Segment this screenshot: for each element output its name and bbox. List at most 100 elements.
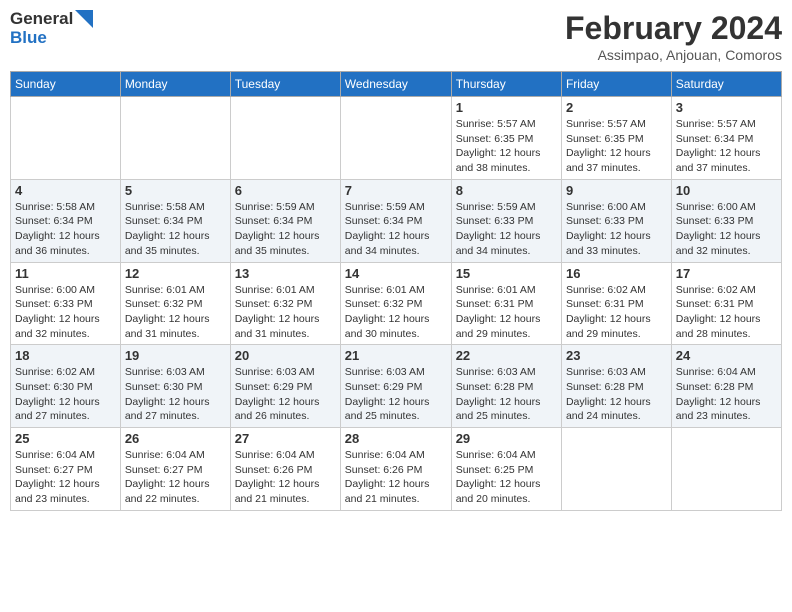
day-cell-9: 9 Sunrise: 6:00 AMSunset: 6:33 PMDaylight…: [561, 179, 671, 262]
day-cell-6: 6Sunrise: 5:59 AMSunset: 6:34 PMDaylight…: [230, 179, 340, 262]
month-title: February 2024: [565, 10, 782, 47]
day-header-friday: Friday: [561, 72, 671, 97]
day-number: 15: [456, 266, 557, 281]
week-row-4: 18 Sunrise: 6:02 AMSunset: 6:30 PMDayligh…: [11, 345, 782, 428]
day-number: 21: [345, 348, 447, 363]
day-cell-1: 1Sunrise: 5:57 AMSunset: 6:35 PMDaylight…: [451, 97, 561, 180]
day-cell-29: 29 Sunrise: 6:04 AMSunset: 6:25 PMDayligh…: [451, 428, 561, 511]
day-number: 18: [15, 348, 116, 363]
day-header-wednesday: Wednesday: [340, 72, 451, 97]
day-info: Sunrise: 6:04 AMSunset: 6:25 PMDaylight:…: [456, 448, 557, 507]
day-cell-18: 18 Sunrise: 6:02 AMSunset: 6:30 PMDayligh…: [11, 345, 121, 428]
day-info: Sunrise: 6:03 AMSunset: 6:29 PMDaylight:…: [235, 365, 336, 424]
location-subtitle: Assimpao, Anjouan, Comoros: [565, 47, 782, 63]
day-number: 3: [676, 100, 777, 115]
day-cell-14: 14 Sunrise: 6:01 AMSunset: 6:32 PMDayligh…: [340, 262, 451, 345]
day-info: Sunrise: 6:03 AMSunset: 6:30 PMDaylight:…: [125, 365, 226, 424]
day-info: Sunrise: 5:58 AMSunset: 6:34 PMDaylight:…: [15, 200, 116, 259]
day-info: Sunrise: 6:04 AMSunset: 6:26 PMDaylight:…: [345, 448, 447, 507]
day-number: 27: [235, 431, 336, 446]
day-cell-21: 21 Sunrise: 6:03 AMSunset: 6:29 PMDayligh…: [340, 345, 451, 428]
day-info: Sunrise: 6:00 AMSunset: 6:33 PMDaylight:…: [566, 200, 667, 259]
day-number: 2: [566, 100, 667, 115]
logo-triangle-icon: [75, 10, 93, 28]
calendar-table: SundayMondayTuesdayWednesdayThursdayFrid…: [10, 71, 782, 511]
day-info: Sunrise: 6:01 AMSunset: 6:31 PMDaylight:…: [456, 283, 557, 342]
day-cell-11: 11 Sunrise: 6:00 AMSunset: 6:33 PMDayligh…: [11, 262, 121, 345]
day-cell-7: 7 Sunrise: 5:59 AMSunset: 6:34 PMDaylight…: [340, 179, 451, 262]
day-info: Sunrise: 6:04 AMSunset: 6:26 PMDaylight:…: [235, 448, 336, 507]
day-info: Sunrise: 6:04 AMSunset: 6:27 PMDaylight:…: [15, 448, 116, 507]
day-number: 12: [125, 266, 226, 281]
day-info: Sunrise: 5:57 AMSunset: 6:35 PMDaylight:…: [566, 117, 667, 176]
day-number: 4: [15, 183, 116, 198]
days-header-row: SundayMondayTuesdayWednesdayThursdayFrid…: [11, 72, 782, 97]
logo: General Blue: [10, 10, 93, 47]
logo-blue-text: Blue: [10, 29, 47, 48]
day-number: 14: [345, 266, 447, 281]
day-cell-8: 8 Sunrise: 5:59 AMSunset: 6:33 PMDaylight…: [451, 179, 561, 262]
day-cell-15: 15 Sunrise: 6:01 AMSunset: 6:31 PMDayligh…: [451, 262, 561, 345]
day-number: 10: [676, 183, 777, 198]
day-info: Sunrise: 6:02 AMSunset: 6:30 PMDaylight:…: [15, 365, 116, 424]
day-number: 7: [345, 183, 447, 198]
day-number: 13: [235, 266, 336, 281]
day-info: Sunrise: 5:58 AMSunset: 6:34 PMDaylight:…: [125, 200, 226, 259]
day-number: 11: [15, 266, 116, 281]
week-row-5: 25 Sunrise: 6:04 AMSunset: 6:27 PMDayligh…: [11, 428, 782, 511]
day-number: 17: [676, 266, 777, 281]
day-info: Sunrise: 6:02 AMSunset: 6:31 PMDaylight:…: [566, 283, 667, 342]
day-number: 25: [15, 431, 116, 446]
empty-cell: [561, 428, 671, 511]
day-info: Sunrise: 5:59 AMSunset: 6:34 PMDaylight:…: [235, 200, 336, 259]
day-header-thursday: Thursday: [451, 72, 561, 97]
day-cell-5: 5 Sunrise: 5:58 AMSunset: 6:34 PMDaylight…: [120, 179, 230, 262]
day-info: Sunrise: 6:01 AMSunset: 6:32 PMDaylight:…: [235, 283, 336, 342]
day-number: 29: [456, 431, 557, 446]
day-number: 28: [345, 431, 447, 446]
empty-cell: [120, 97, 230, 180]
day-cell-4: 4 Sunrise: 5:58 AMSunset: 6:34 PMDaylight…: [11, 179, 121, 262]
day-cell-12: 12 Sunrise: 6:01 AMSunset: 6:32 PMDayligh…: [120, 262, 230, 345]
day-cell-2: 2 Sunrise: 5:57 AMSunset: 6:35 PMDaylight…: [561, 97, 671, 180]
day-number: 23: [566, 348, 667, 363]
day-cell-28: 28 Sunrise: 6:04 AMSunset: 6:26 PMDayligh…: [340, 428, 451, 511]
day-info: Sunrise: 6:00 AMSunset: 6:33 PMDaylight:…: [676, 200, 777, 259]
day-info: Sunrise: 6:04 AMSunset: 6:27 PMDaylight:…: [125, 448, 226, 507]
day-info: Sunrise: 6:01 AMSunset: 6:32 PMDaylight:…: [125, 283, 226, 342]
logo-general-text: General: [10, 10, 73, 29]
day-number: 26: [125, 431, 226, 446]
day-number: 9: [566, 183, 667, 198]
day-number: 20: [235, 348, 336, 363]
day-info: Sunrise: 6:03 AMSunset: 6:28 PMDaylight:…: [566, 365, 667, 424]
day-info: Sunrise: 6:03 AMSunset: 6:28 PMDaylight:…: [456, 365, 557, 424]
day-cell-26: 26 Sunrise: 6:04 AMSunset: 6:27 PMDayligh…: [120, 428, 230, 511]
page-header: General Blue February 2024 Assimpao, Anj…: [10, 10, 782, 63]
empty-cell: [671, 428, 781, 511]
day-header-tuesday: Tuesday: [230, 72, 340, 97]
empty-cell: [340, 97, 451, 180]
day-number: 22: [456, 348, 557, 363]
day-info: Sunrise: 5:59 AMSunset: 6:33 PMDaylight:…: [456, 200, 557, 259]
day-number: 5: [125, 183, 226, 198]
empty-cell: [11, 97, 121, 180]
day-info: Sunrise: 6:04 AMSunset: 6:28 PMDaylight:…: [676, 365, 777, 424]
day-cell-24: 24 Sunrise: 6:04 AMSunset: 6:28 PMDayligh…: [671, 345, 781, 428]
day-number: 24: [676, 348, 777, 363]
day-number: 16: [566, 266, 667, 281]
day-cell-20: 20 Sunrise: 6:03 AMSunset: 6:29 PMDayligh…: [230, 345, 340, 428]
day-cell-19: 19Sunrise: 6:03 AMSunset: 6:30 PMDayligh…: [120, 345, 230, 428]
day-info: Sunrise: 6:00 AMSunset: 6:33 PMDaylight:…: [15, 283, 116, 342]
day-info: Sunrise: 6:02 AMSunset: 6:31 PMDaylight:…: [676, 283, 777, 342]
day-cell-16: 16 Sunrise: 6:02 AMSunset: 6:31 PMDayligh…: [561, 262, 671, 345]
day-info: Sunrise: 5:59 AMSunset: 6:34 PMDaylight:…: [345, 200, 447, 259]
week-row-1: 1Sunrise: 5:57 AMSunset: 6:35 PMDaylight…: [11, 97, 782, 180]
day-header-monday: Monday: [120, 72, 230, 97]
title-block: February 2024 Assimpao, Anjouan, Comoros: [565, 10, 782, 63]
day-cell-17: 17 Sunrise: 6:02 AMSunset: 6:31 PMDayligh…: [671, 262, 781, 345]
week-row-3: 11 Sunrise: 6:00 AMSunset: 6:33 PMDayligh…: [11, 262, 782, 345]
day-info: Sunrise: 6:01 AMSunset: 6:32 PMDaylight:…: [345, 283, 447, 342]
day-header-saturday: Saturday: [671, 72, 781, 97]
day-info: Sunrise: 6:03 AMSunset: 6:29 PMDaylight:…: [345, 365, 447, 424]
day-number: 8: [456, 183, 557, 198]
